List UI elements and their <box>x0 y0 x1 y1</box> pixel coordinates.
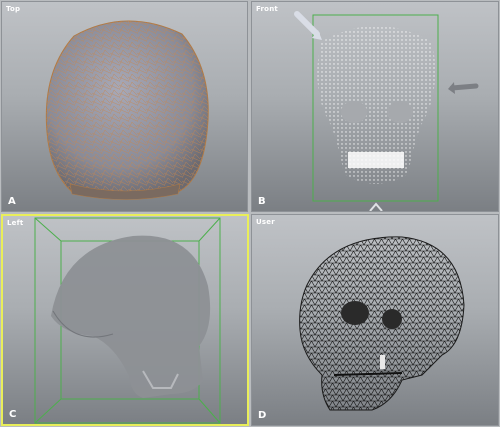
viewport-letter: C <box>9 409 17 420</box>
skull-top-view <box>45 20 209 200</box>
viewport-letter: B <box>258 196 266 207</box>
pivot-marker-icon[interactable] <box>369 202 383 211</box>
skull-user-view <box>299 236 465 411</box>
viewport-letter: A <box>8 196 16 207</box>
viewport-front[interactable]: Front B <box>251 1 499 212</box>
viewport-letter: D <box>258 410 267 421</box>
arrow-pointer-icon <box>294 11 322 40</box>
arrow-move-icon <box>448 82 479 94</box>
viewport-top[interactable]: Top A <box>1 1 248 212</box>
skull-front-view <box>294 11 479 211</box>
viewport-user[interactable]: User D <box>251 214 499 426</box>
skull-left-view <box>34 217 221 424</box>
viewport-left[interactable]: Left C <box>1 214 249 426</box>
